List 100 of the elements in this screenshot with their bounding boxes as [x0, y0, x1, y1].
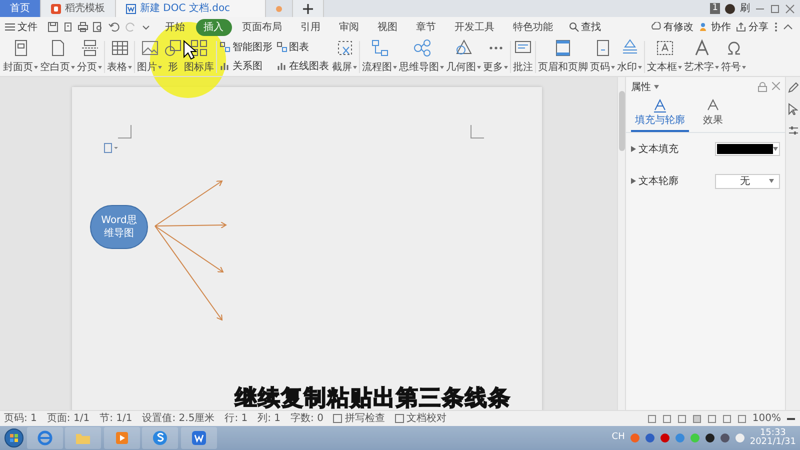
menu-tab[interactable]: 特色功能: [505, 18, 561, 36]
menu-tab[interactable]: 开发工具: [446, 18, 502, 36]
close-icon[interactable]: [772, 82, 780, 90]
ribbon-button[interactable]: 空白页: [39, 38, 76, 76]
ribbon-button[interactable]: 水印: [616, 38, 643, 76]
ribbon-button[interactable]: 文本框: [646, 38, 683, 76]
toolbar-button[interactable]: 分享: [736, 20, 768, 34]
user-name[interactable]: 刷: [740, 1, 750, 16]
select-field[interactable]: 无: [715, 174, 780, 188]
menu-icon: [5, 23, 15, 31]
status-button[interactable]: 文档校对: [394, 411, 446, 426]
print-preview-icon[interactable]: [92, 22, 102, 32]
text-a-icon: [654, 99, 666, 113]
more-icon: [488, 46, 502, 50]
zoom-dropdown[interactable]: 100%: [752, 411, 781, 426]
tab[interactable]: 首页: [0, 0, 41, 17]
flowchart-icon: [370, 38, 388, 56]
page-break-icon: [80, 38, 98, 56]
menu-tab[interactable]: 引用: [292, 18, 328, 36]
icon-grid-icon: [190, 38, 208, 56]
status-button[interactable]: 拼写检查: [333, 411, 385, 426]
subtitle-text: 继续复制粘贴出第三条线条: [235, 385, 511, 410]
status-text: 页面: 1/1: [46, 412, 90, 426]
caret-icon: [769, 179, 774, 183]
undo-icon[interactable]: [108, 22, 120, 32]
ribbon-button[interactable]: 页眉和页脚: [537, 38, 589, 76]
export-icon[interactable]: [62, 22, 72, 32]
ribbon-button[interactable]: 封面页: [2, 38, 39, 76]
ribbon-button[interactable]: 艺术字: [683, 38, 720, 76]
ribbon-button[interactable]: 流程图: [361, 38, 398, 76]
ribbon-button[interactable]: 智能图形: [220, 40, 272, 54]
checkbox-icon: [394, 414, 404, 423]
search-button[interactable]: 查找: [568, 20, 601, 34]
collapse-icon[interactable]: [782, 22, 792, 32]
menu-tab[interactable]: 视图: [370, 18, 406, 36]
margin-corner-mark: [470, 125, 484, 139]
share-icon: [736, 22, 746, 32]
expand-arrow-icon[interactable]: [631, 146, 636, 152]
ribbon-button[interactable]: 更多: [482, 38, 509, 76]
ribbon-button[interactable]: 符号: [720, 38, 747, 76]
more-icon[interactable]: [774, 22, 778, 32]
ribbon-button[interactable]: 截屏: [331, 38, 358, 76]
taskbar-button[interactable]: [180, 427, 216, 449]
cloud-icon: [651, 22, 661, 32]
ribbon-button[interactable]: 图标库: [183, 38, 215, 76]
pointer-icon[interactable]: [788, 103, 798, 115]
margin-corner-mark: [118, 125, 132, 139]
close-icon[interactable]: [785, 4, 795, 14]
notification-badge[interactable]: 1: [710, 3, 720, 14]
ribbon-button[interactable]: 批注: [512, 38, 534, 76]
chart-icon: [276, 61, 286, 71]
scroll-thumb[interactable]: [618, 91, 624, 151]
caret-icon: [654, 85, 658, 89]
save-icon[interactable]: [48, 22, 58, 32]
ribbon-button[interactable]: 表格: [106, 38, 133, 76]
ribbon-button[interactable]: 图表: [276, 40, 329, 54]
color-dropdown[interactable]: [715, 142, 780, 156]
diagram-icon: [276, 42, 286, 52]
maximize-icon[interactable]: [770, 4, 780, 14]
ribbon-button[interactable]: 关系图: [220, 58, 272, 74]
ribbon-button[interactable]: 形: [163, 38, 183, 76]
status-text: 节: 1/1: [100, 412, 132, 426]
plus-icon: [303, 4, 313, 14]
text-box-icon: [656, 38, 674, 56]
ribbon-button[interactable]: 分页: [76, 38, 103, 76]
toolbar-button[interactable]: 协作: [698, 20, 731, 34]
tab[interactable]: 新建 DOC 文档.doc: [116, 0, 266, 17]
status-text: 设置值: 2.5厘米: [142, 412, 215, 426]
picture-icon: [140, 38, 158, 56]
menu-tab[interactable]: 插入: [196, 18, 232, 36]
print-icon[interactable]: [78, 22, 88, 32]
lock-icon[interactable]: [758, 82, 767, 92]
ribbon-button[interactable]: 思维导图: [398, 38, 445, 76]
file-menu[interactable]: 文件: [2, 20, 40, 34]
dot-icon: [276, 6, 282, 12]
taskbar-button[interactable]: [142, 427, 178, 449]
panel-tab[interactable]: 填充与轮廓: [631, 97, 689, 132]
menu-tab[interactable]: 章节: [408, 18, 444, 36]
status-text: 列: 1: [258, 412, 281, 426]
mindmap-icon: [412, 38, 430, 56]
expand-arrow-icon[interactable]: [631, 178, 636, 184]
search-icon: [568, 22, 578, 32]
vertical-scrollbar[interactable]: [617, 77, 625, 410]
field-label: 文本轮廓: [638, 174, 678, 188]
ribbon-button[interactable]: 页码: [589, 38, 616, 76]
sliders-icon[interactable]: [788, 125, 798, 136]
panel-title: 属性: [631, 80, 651, 94]
ribbon-button[interactable]: 几何图: [445, 38, 482, 76]
new-tab-button[interactable]: [293, 0, 324, 17]
text-a-icon: [707, 99, 719, 113]
tab[interactable]: 稻壳模板: [41, 0, 116, 17]
docer-logo-icon: [51, 4, 61, 14]
start-orb-icon[interactable]: [4, 428, 24, 448]
menu-tab[interactable]: 页面布局: [234, 18, 290, 36]
toolbar-button[interactable]: 有修改: [651, 20, 694, 34]
menu-tab[interactable]: 审阅: [331, 18, 367, 36]
panel-tab[interactable]: 效果: [699, 97, 727, 132]
text-a-icon: [692, 38, 710, 56]
shapes-icon: [164, 38, 182, 56]
ribbon-button[interactable]: 在线图表: [276, 58, 329, 74]
